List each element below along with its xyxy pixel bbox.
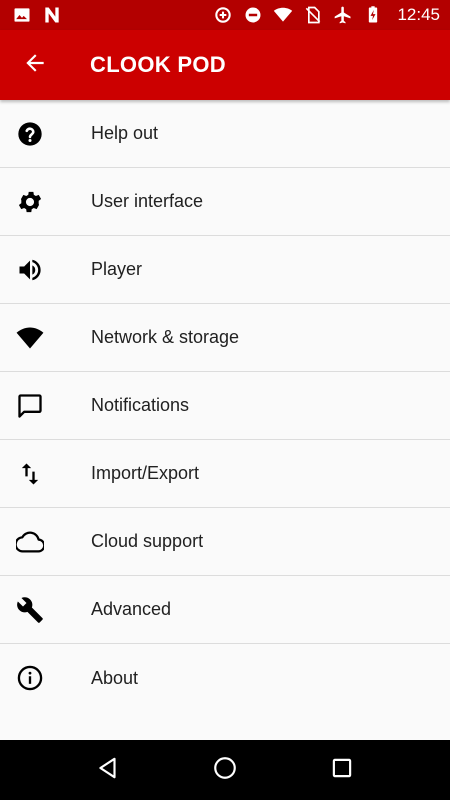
- swap-vertical-icon: [0, 440, 60, 508]
- settings-item-notifications[interactable]: Notifications: [0, 372, 450, 440]
- settings-item-label: User interface: [91, 191, 204, 211]
- arrow-back-icon: [22, 50, 48, 81]
- settings-item-label: Network & storage: [91, 327, 240, 347]
- no-sim-icon: [303, 5, 323, 25]
- settings-list: Help out User interface Player Network &…: [0, 100, 450, 712]
- status-bar: 12:45: [0, 0, 450, 30]
- settings-item-import-export[interactable]: Import/Export: [0, 440, 450, 508]
- do-not-disturb-icon: [243, 5, 263, 25]
- image-icon: [12, 5, 32, 25]
- system-nav-bar: [0, 740, 450, 800]
- nav-back-button[interactable]: [88, 750, 128, 790]
- back-button[interactable]: [0, 30, 70, 100]
- wifi-icon: [0, 304, 60, 372]
- nav-home-button[interactable]: [205, 750, 245, 790]
- settings-screen: 12:45 CLOOK POD Help out User interface: [0, 0, 450, 800]
- settings-item-about[interactable]: About: [0, 644, 450, 712]
- settings-item-user-interface[interactable]: User interface: [0, 168, 450, 236]
- airplane-mode-icon: [333, 5, 353, 25]
- help-circle-icon: [0, 100, 60, 168]
- status-time: 12:45: [397, 5, 440, 24]
- wifi-icon: [273, 5, 293, 25]
- volume-icon: [0, 236, 60, 304]
- chat-bubble-icon: [0, 372, 60, 440]
- settings-item-label: About: [91, 667, 139, 688]
- settings-item-label: Cloud support: [91, 531, 204, 551]
- settings-item-help-out[interactable]: Help out: [0, 100, 450, 168]
- battery-charging-icon: [363, 5, 383, 25]
- settings-item-label: Import/Export: [91, 463, 200, 483]
- settings-item-label: Help out: [91, 123, 159, 143]
- settings-item-cloud-support[interactable]: Cloud support: [0, 508, 450, 576]
- info-icon: [0, 644, 60, 712]
- gear-icon: [0, 168, 60, 236]
- back-triangle-icon: [95, 755, 121, 786]
- cloud-icon: [0, 508, 60, 576]
- settings-item-label: Player: [91, 259, 143, 279]
- recents-square-icon: [329, 755, 355, 786]
- settings-item-label: Notifications: [91, 395, 190, 415]
- app-bar: CLOOK POD: [0, 30, 450, 100]
- nav-recents-button[interactable]: [322, 750, 362, 790]
- status-left: [12, 5, 62, 25]
- data-saver-icon: [213, 5, 233, 25]
- settings-item-advanced[interactable]: Advanced: [0, 576, 450, 644]
- wrench-icon: [0, 576, 60, 644]
- settings-item-label: Advanced: [91, 599, 172, 619]
- notification-n-icon: [42, 5, 62, 25]
- status-right: 12:45: [213, 5, 440, 25]
- settings-item-player[interactable]: Player: [0, 236, 450, 304]
- home-circle-icon: [212, 755, 238, 786]
- page-title: CLOOK POD: [90, 52, 226, 77]
- settings-item-network-storage[interactable]: Network & storage: [0, 304, 450, 372]
